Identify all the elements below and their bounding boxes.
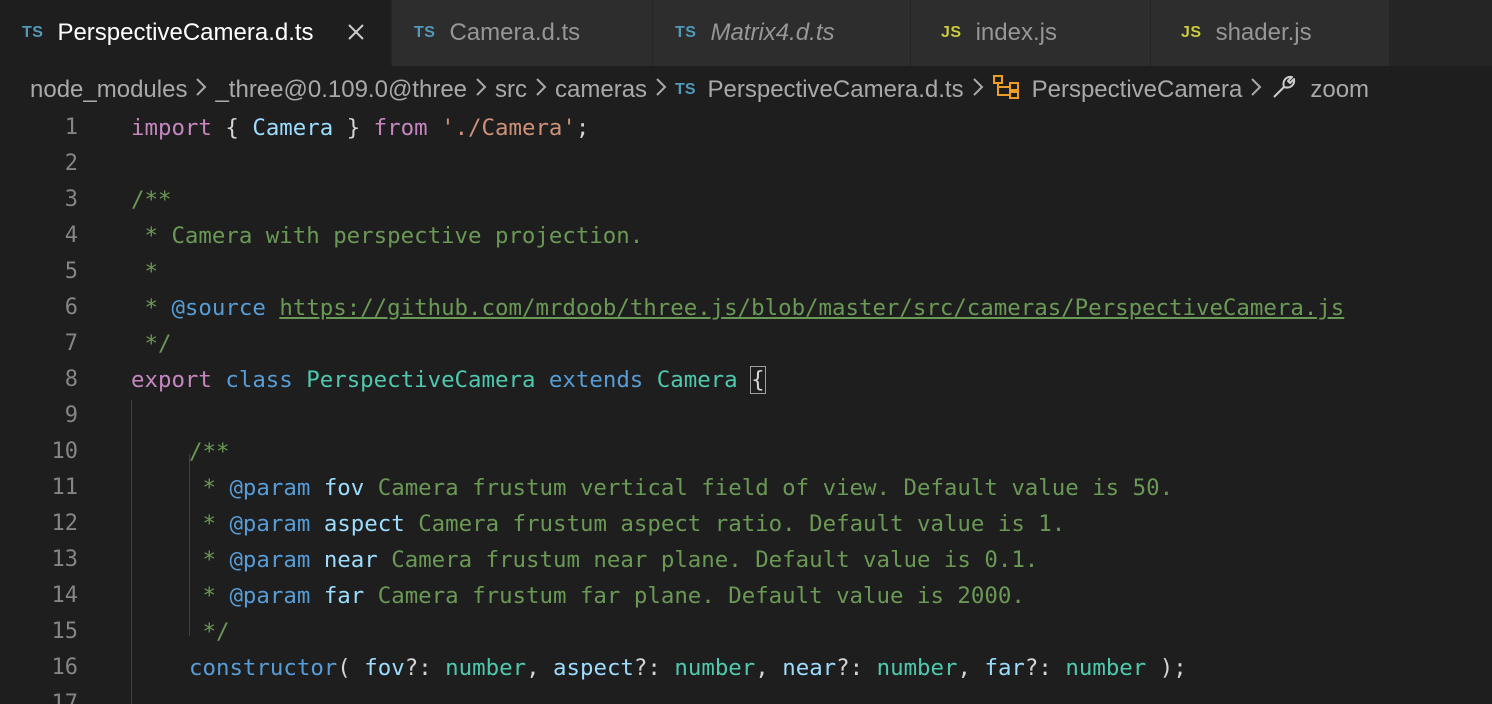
code-text[interactable]: */ xyxy=(189,614,229,650)
typescript-file-icon: TS xyxy=(675,24,697,41)
line-number: 4 xyxy=(64,223,78,248)
chevron-right-icon xyxy=(195,76,207,104)
class-icon xyxy=(992,74,1020,107)
chevron-right-icon xyxy=(972,76,984,104)
breadcrumb-item-class[interactable]: PerspectiveCamera xyxy=(992,74,1243,107)
code-text[interactable]: */ xyxy=(131,326,171,362)
breadcrumb-item-property[interactable]: zoom xyxy=(1270,73,1369,108)
line-number: 1 xyxy=(64,115,78,140)
code-line: 15 */ xyxy=(0,614,1492,650)
code-line: 12 * @param aspect Camera frustum aspect… xyxy=(0,506,1492,542)
tab-label: Camera.d.ts xyxy=(449,19,581,46)
source-link[interactable]: https://github.com/mrdoob/three.js/blob/… xyxy=(279,295,1344,321)
tab-label: Matrix4.d.ts xyxy=(710,19,835,46)
javascript-file-icon: JS xyxy=(1181,24,1202,41)
line-number: 13 xyxy=(51,547,79,572)
code-line: 10 /** xyxy=(0,434,1492,470)
line-number: 9 xyxy=(64,403,78,428)
code-line: 17 xyxy=(0,686,1492,704)
code-line: 1 import { Camera } from './Camera'; xyxy=(0,110,1492,146)
tab-perspectivecamera-dts[interactable]: TS PerspectiveCamera.d.ts xyxy=(0,0,392,66)
code-text[interactable]: import { Camera } from './Camera'; xyxy=(131,110,589,146)
code-text[interactable]: * @param near Camera frustum near plane.… xyxy=(189,542,1038,578)
breadcrumb-item-node-modules[interactable]: node_modules xyxy=(30,76,187,104)
breadcrumb-item-cameras[interactable]: cameras xyxy=(555,76,647,104)
typescript-file-icon: TS xyxy=(22,24,44,41)
line-number: 2 xyxy=(64,151,78,176)
code-line: 7 */ xyxy=(0,326,1492,362)
code-line: 13 * @param near Camera frustum near pla… xyxy=(0,542,1492,578)
code-line: 9 xyxy=(0,398,1492,434)
code-text[interactable]: * @param far Camera frustum far plane. D… xyxy=(189,578,1024,614)
code-line: 6 * @source https://github.com/mrdoob/th… xyxy=(0,290,1492,326)
code-line: 14 * @param far Camera frustum far plane… xyxy=(0,578,1492,614)
code-text[interactable]: /** xyxy=(131,182,171,218)
code-text[interactable]: * @param aspect Camera frustum aspect ra… xyxy=(189,506,1065,542)
javascript-file-icon: JS xyxy=(941,24,962,41)
breadcrumb-class-label: PerspectiveCamera xyxy=(1031,76,1243,103)
tab-matrix4-dts[interactable]: TS Matrix4.d.ts xyxy=(653,0,911,66)
code-text[interactable]: * @param fov Camera frustum vertical fie… xyxy=(189,470,1173,506)
code-line: 3 /** xyxy=(0,182,1492,218)
line-number: 15 xyxy=(51,619,79,644)
tab-label: shader.js xyxy=(1215,19,1312,46)
breadcrumb-property-label: zoom xyxy=(1310,76,1370,103)
chevron-right-icon xyxy=(655,76,667,104)
breadcrumb-item-three-package[interactable]: _three@0.109.0@three xyxy=(215,76,467,104)
line-number: 7 xyxy=(64,331,78,356)
breadcrumb-item-src[interactable]: src xyxy=(495,76,527,104)
code-text[interactable]: /** xyxy=(189,434,229,470)
code-text[interactable]: * xyxy=(131,254,158,290)
line-number: 16 xyxy=(51,655,79,680)
typescript-file-icon: TS xyxy=(414,24,436,41)
tab-shader-js[interactable]: JS shader.js xyxy=(1151,0,1390,66)
code-line: 2 xyxy=(0,146,1492,182)
breadcrumb-item-file[interactable]: TS PerspectiveCamera.d.ts xyxy=(675,76,964,104)
code-line: 16 constructor( fov?: number, aspect?: n… xyxy=(0,650,1492,686)
chevron-right-icon xyxy=(535,76,547,104)
line-number: 17 xyxy=(51,691,79,704)
breadcrumb-file-label: PerspectiveCamera.d.ts xyxy=(707,76,964,103)
code-text[interactable]: export class PerspectiveCamera extends C… xyxy=(131,362,766,398)
line-number: 3 xyxy=(64,187,78,212)
line-number: 11 xyxy=(51,475,79,500)
line-number: 12 xyxy=(51,511,79,536)
chevron-right-icon xyxy=(475,76,487,104)
line-number: 8 xyxy=(64,367,78,392)
code-text[interactable]: * Camera with perspective projection. xyxy=(131,218,643,254)
breadcrumb: node_modules _three@0.109.0@three src ca… xyxy=(0,66,1492,114)
tab-label: index.js xyxy=(975,19,1057,46)
code-line: 5 * xyxy=(0,254,1492,290)
line-number: 14 xyxy=(51,583,79,608)
line-number: 5 xyxy=(64,259,78,284)
tab-label: PerspectiveCamera.d.ts xyxy=(57,19,314,46)
code-line: 11 * @param fov Camera frustum vertical … xyxy=(0,470,1492,506)
tab-bar-empty-area[interactable] xyxy=(1390,0,1492,66)
typescript-file-icon: TS xyxy=(675,81,696,98)
code-line: 4 * Camera with perspective projection. xyxy=(0,218,1492,254)
tab-camera-dts[interactable]: TS Camera.d.ts xyxy=(392,0,653,66)
code-editor[interactable]: 1 import { Camera } from './Camera'; 2 3… xyxy=(0,110,1492,704)
line-number: 6 xyxy=(64,295,78,320)
wrench-icon xyxy=(1270,73,1298,108)
code-text[interactable]: * @source https://github.com/mrdoob/thre… xyxy=(131,290,1344,326)
code-text[interactable]: constructor( fov?: number, aspect?: numb… xyxy=(189,650,1187,686)
code-line: 8 export class PerspectiveCamera extends… xyxy=(0,362,1492,398)
line-number: 10 xyxy=(51,439,79,464)
tab-index-js[interactable]: JS index.js xyxy=(911,0,1151,66)
chevron-right-icon xyxy=(1250,76,1262,104)
tab-bar: TS PerspectiveCamera.d.ts TS Camera.d.ts… xyxy=(0,0,1492,66)
close-icon[interactable] xyxy=(341,17,371,47)
matching-bracket: { xyxy=(750,366,766,394)
